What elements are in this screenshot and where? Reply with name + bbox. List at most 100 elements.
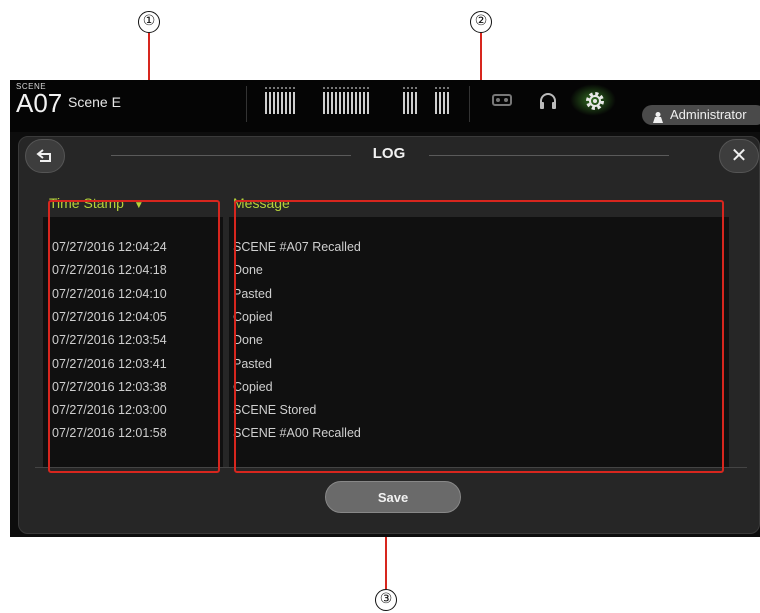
meter-bar <box>269 92 271 114</box>
meter-led <box>273 87 275 89</box>
log-time-cell: 07/27/2016 12:03:41 <box>52 356 167 371</box>
scene-number[interactable]: A07 <box>16 88 62 119</box>
meter-led <box>269 87 271 89</box>
title-line-left <box>111 155 351 156</box>
meter-led <box>277 87 279 89</box>
timestamp-column-header[interactable]: Time Stamp ▼ <box>49 195 144 211</box>
log-time-cell: 07/27/2016 12:01:58 <box>52 426 167 441</box>
meter-led <box>339 87 341 89</box>
close-button[interactable]: ✕ <box>719 139 759 173</box>
meter-bar <box>265 92 267 114</box>
log-message-cell: SCENE #A00 Recalled <box>233 426 361 441</box>
meter-led <box>343 87 345 89</box>
scene-name[interactable]: Scene E <box>68 94 121 110</box>
log-message-cell: SCENE #A07 Recalled <box>233 240 361 254</box>
meter-led <box>347 87 349 89</box>
meter-bar <box>343 92 345 114</box>
meter-led <box>355 87 357 89</box>
log-message-cell: Copied <box>233 379 273 394</box>
top-bar: SCENE A07 Scene E Administrator <box>10 80 760 132</box>
log-time-cell: 07/27/2016 12:04:10 <box>52 286 167 301</box>
meter-led <box>335 87 337 89</box>
meter-led <box>443 87 445 89</box>
meter-bar <box>327 92 329 114</box>
callout-1: ① <box>138 11 160 33</box>
save-button[interactable]: Save <box>325 481 461 513</box>
meter-led <box>289 87 291 89</box>
meter-led <box>323 87 325 89</box>
meter-bar <box>415 92 417 114</box>
meter-led <box>327 87 329 89</box>
meter-led <box>403 87 405 89</box>
log-time-cell: 07/27/2016 12:04:18 <box>52 263 167 278</box>
meter-led <box>293 87 295 89</box>
meter-led <box>415 87 417 89</box>
meter-led <box>285 87 287 89</box>
meter-bar <box>335 92 337 114</box>
log-dialog: LOG ✕ Time Stamp ▼ Message 07/27/2016 12… <box>18 136 760 534</box>
log-time-cell: 07/27/2016 12:04:05 <box>52 309 167 324</box>
meter-bar <box>367 92 369 114</box>
log-time-cell: 07/27/2016 12:03:54 <box>52 333 167 348</box>
log-time-cell: 07/27/2016 12:03:38 <box>52 379 167 394</box>
message-column-header[interactable]: Message <box>233 195 290 211</box>
mixer-screen: SCENE A07 Scene E Administrator LOG ✕ Ti… <box>10 80 760 537</box>
meter-bar <box>273 92 275 114</box>
back-arrow-icon <box>36 149 51 162</box>
user-icon <box>652 109 664 123</box>
meter-led <box>351 87 353 89</box>
meter-bar <box>285 92 287 114</box>
callout-2: ② <box>470 11 492 33</box>
meter-bar <box>359 92 361 114</box>
dialog-title: LOG <box>372 145 406 162</box>
log-message-cell: SCENE Stored <box>233 403 317 418</box>
log-message-cell: Done <box>233 263 263 278</box>
back-button[interactable] <box>25 139 65 173</box>
meter-bar <box>289 92 291 114</box>
bottom-separator <box>35 467 747 468</box>
meter-led <box>411 87 413 89</box>
timestamp-header-label: Time Stamp <box>49 195 124 211</box>
meter-bar <box>347 92 349 114</box>
log-message-cell: Done <box>233 333 263 348</box>
log-message-cell: Pasted <box>233 286 272 301</box>
meter-bar <box>355 92 357 114</box>
meter-led <box>435 87 437 89</box>
meter-bar <box>447 92 449 114</box>
meter-bar <box>439 92 441 114</box>
meter-bar <box>411 92 413 114</box>
recorder-icon[interactable] <box>492 92 512 113</box>
gear-icon[interactable] <box>584 90 606 117</box>
meter-bar <box>363 92 365 114</box>
meter-bar <box>323 92 325 114</box>
log-message-cell: Copied <box>233 309 273 324</box>
meter-led <box>439 87 441 89</box>
meter-led <box>367 87 369 89</box>
meter-bar <box>407 92 409 114</box>
meter-bar <box>435 92 437 114</box>
sort-descending-icon: ▼ <box>133 200 144 211</box>
close-icon: ✕ <box>730 145 748 167</box>
meter-led <box>359 87 361 89</box>
meter-bar <box>351 92 353 114</box>
log-time-cell: 07/27/2016 12:04:24 <box>52 240 167 254</box>
meter-led <box>363 87 365 89</box>
meter-bar <box>281 92 283 114</box>
title-line-right <box>429 155 669 156</box>
meter-led <box>281 87 283 89</box>
meter-led <box>331 87 333 89</box>
meter-bar <box>339 92 341 114</box>
callout-3: ③ <box>375 589 397 611</box>
log-time-cell: 07/27/2016 12:03:00 <box>52 403 167 418</box>
meter-bar <box>403 92 405 114</box>
meter-led <box>447 87 449 89</box>
meter-bar <box>293 92 295 114</box>
user-label: Administrator <box>670 107 747 122</box>
headphones-icon[interactable] <box>538 92 558 115</box>
meter-bar <box>277 92 279 114</box>
meter-led <box>265 87 267 89</box>
channel-meters[interactable] <box>246 86 470 122</box>
meter-led <box>407 87 409 89</box>
user-button[interactable]: Administrator <box>642 105 760 125</box>
meter-bar <box>443 92 445 114</box>
